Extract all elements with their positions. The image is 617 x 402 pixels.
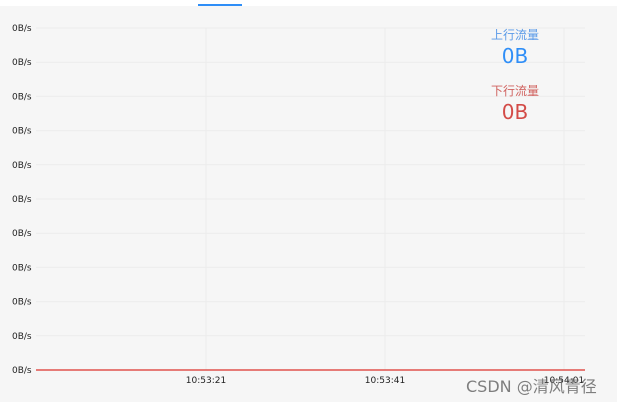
y-tick-label: 0B/s <box>12 195 32 205</box>
legend-upload-label: 上行流量 <box>490 28 539 42</box>
y-tick-label: 0B/s <box>12 127 32 137</box>
x-tick-label: 10:53:21 <box>186 376 226 386</box>
watermark: CSDN @清风青径 <box>466 377 597 396</box>
legend-download-value: 0B <box>501 100 529 124</box>
x-tick-label: 10:53:41 <box>365 376 405 386</box>
y-tick-label: 0B/s <box>12 229 32 239</box>
y-tick-label: 0B/s <box>12 58 32 68</box>
y-tick-label: 0B/s <box>12 24 32 34</box>
y-tick-label: 0B/s <box>12 92 32 102</box>
y-tick-label: 0B/s <box>12 332 32 342</box>
legend-upload-value: 0B <box>501 44 529 68</box>
y-tick-label: 0B/s <box>12 263 32 273</box>
legend-download-label: 下行流量 <box>490 84 539 98</box>
y-tick-label: 0B/s <box>12 366 32 376</box>
y-tick-label: 0B/s <box>12 298 32 308</box>
y-tick-label: 0B/s <box>12 161 32 171</box>
